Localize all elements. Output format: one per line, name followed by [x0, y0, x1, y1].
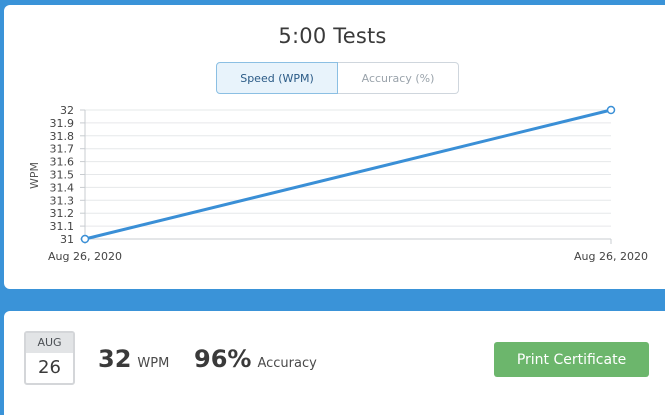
data-point[interactable]	[606, 105, 616, 115]
wpm-stat: 32 WPM	[98, 345, 169, 375]
y-tick-label: 31.3	[50, 194, 75, 207]
y-tick-label: 31.4	[50, 181, 75, 194]
date-month: AUG	[26, 333, 73, 353]
y-tick-label: 31.7	[50, 143, 75, 156]
accuracy-unit: Accuracy	[257, 356, 317, 371]
x-tick-label: Aug 26, 2020	[574, 250, 648, 263]
wpm-value: 32	[98, 345, 132, 373]
y-tick-label: 31	[60, 233, 74, 246]
wpm-line-chart: 3131.131.231.331.431.531.631.731.831.932…	[28, 104, 648, 263]
x-tick-label: Aug 26, 2020	[48, 250, 122, 263]
y-tick-label: 32	[60, 104, 74, 117]
accuracy-value: 96%	[194, 345, 252, 373]
wpm-unit: WPM	[137, 356, 170, 371]
y-axis-label: WPM	[28, 162, 41, 189]
data-point[interactable]	[80, 234, 90, 244]
accuracy-stat: 96% Accuracy	[194, 345, 317, 375]
y-tick-label: 31.1	[50, 220, 75, 233]
y-axis-ticks: 3131.131.231.331.431.531.631.731.831.932	[50, 104, 85, 246]
date-day: 26	[38, 357, 61, 378]
x-axis-ticks: Aug 26, 2020 Aug 26, 2020	[48, 239, 648, 263]
y-tick-label: 31.9	[50, 117, 75, 130]
y-tick-label: 31.5	[50, 169, 75, 182]
y-tick-label: 31.6	[50, 156, 75, 169]
print-certificate-button[interactable]: Print Certificate	[494, 342, 649, 377]
test-date-badge: AUG 26	[24, 331, 75, 385]
y-tick-label: 31.8	[50, 130, 75, 143]
y-tick-label: 31.2	[50, 207, 75, 220]
